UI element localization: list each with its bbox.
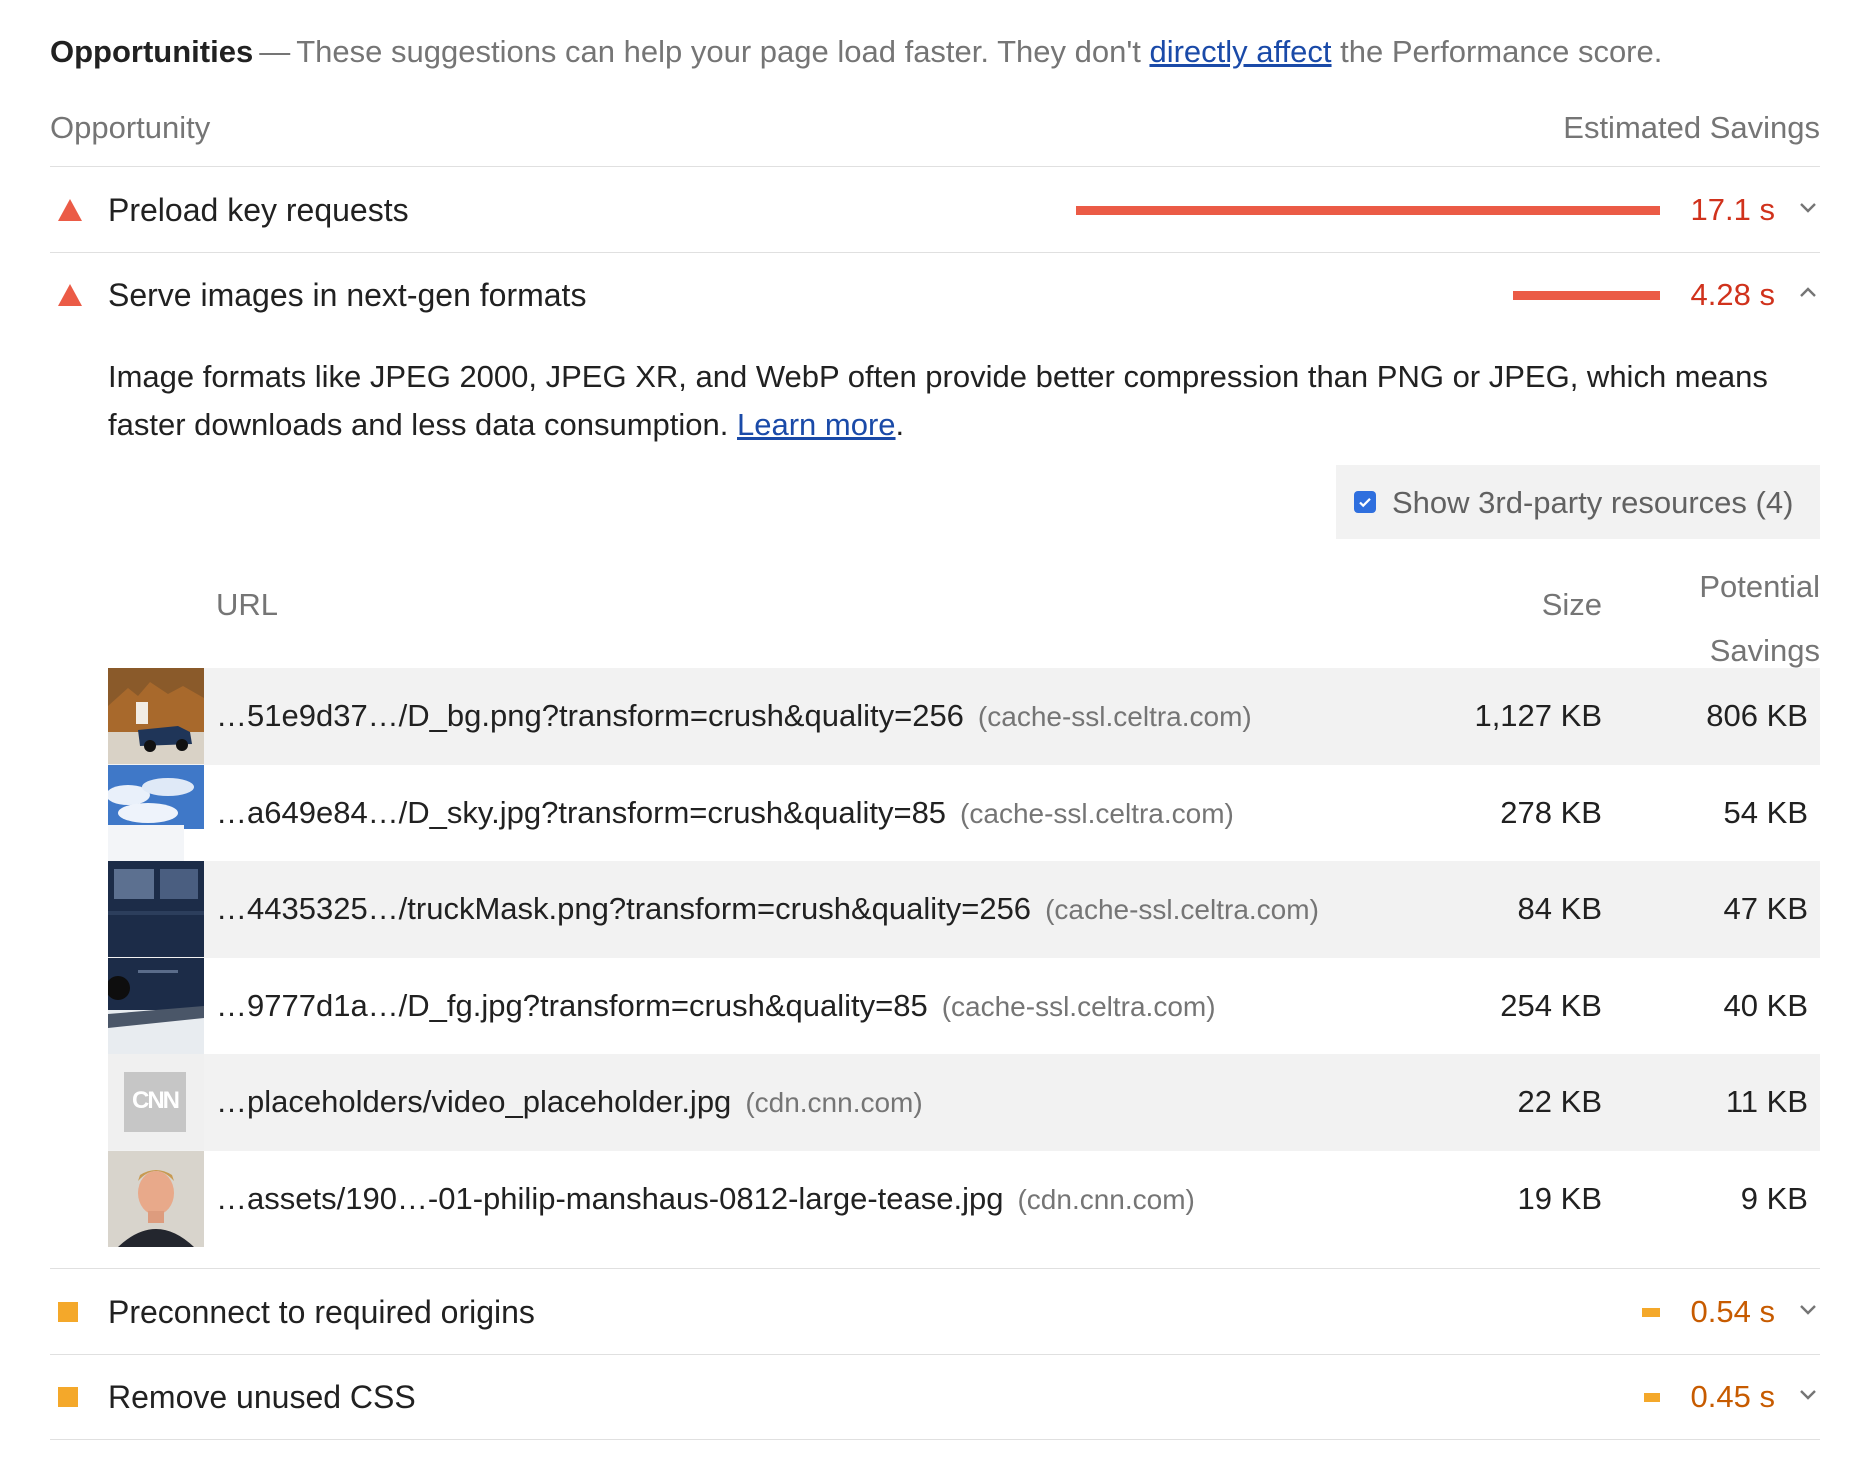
chevron-up-icon[interactable]	[1796, 280, 1820, 304]
url-text: …placeholders/video_placeholder.jpg	[216, 1084, 732, 1119]
audit-savings: 0.45 s	[1690, 1379, 1775, 1414]
url-text: …assets/190…-01-philip-manshaus-0812-lar…	[216, 1180, 1004, 1216]
resource-size: 254 KB	[1500, 987, 1602, 1023]
checkbox-checked-icon[interactable]	[1354, 491, 1376, 513]
size-column-header: Size	[1541, 587, 1602, 622]
audit-preload-key-requests[interactable]: Preload key requests 17.1 s	[50, 167, 1820, 253]
directly-affect-link[interactable]: directly affect	[1149, 34, 1331, 69]
truck-mask-thumbnail	[108, 861, 204, 957]
audit-savings: 17.1 s	[1690, 192, 1775, 227]
desc-after: the Performance score.	[1331, 34, 1663, 69]
average-square-icon	[58, 1387, 78, 1407]
audit-savings: 4.28 s	[1690, 277, 1775, 312]
desert-truck-thumbnail	[108, 668, 204, 764]
resource-url[interactable]: …a649e84…/D_sky.jpg?transform=crush&qual…	[216, 795, 1234, 831]
audit-preconnect-origins[interactable]: Preconnect to required origins 0.54 s	[50, 1269, 1820, 1355]
savings-bar	[1642, 1308, 1660, 1317]
url-domain: (cache-ssl.celtra.com)	[977, 701, 1252, 732]
description-period: .	[895, 407, 905, 442]
desc-before: These suggestions can help your page loa…	[296, 34, 1150, 69]
resource-size: 19 KB	[1517, 1180, 1602, 1216]
savings-bar	[1076, 206, 1660, 215]
cnn-logo-text: CNN	[132, 1087, 180, 1114]
url-column-header: URL	[216, 587, 279, 622]
fail-triangle-icon	[58, 284, 82, 306]
chevron-down-icon[interactable]	[1796, 1297, 1820, 1321]
savings-bar	[1513, 291, 1660, 300]
table-row: …4435325…/truckMask.png?transform=crush&…	[108, 861, 1820, 958]
table-row: …9777d1a…/D_fg.jpg?transform=crush&quali…	[108, 957, 1820, 1055]
url-text: …4435325…/truckMask.png?transform=crush&…	[216, 891, 1032, 926]
estimated-savings-column-label: Estimated Savings	[1563, 110, 1820, 145]
audit-title: Remove unused CSS	[108, 1379, 416, 1415]
audit-remove-unused-css[interactable]: Remove unused CSS 0.45 s	[50, 1354, 1820, 1440]
resource-size: 22 KB	[1517, 1084, 1602, 1119]
resource-savings: 9 KB	[1740, 1180, 1808, 1216]
audit-description: Image formats like JPEG 2000, JPEG XR, a…	[108, 353, 1768, 449]
cnn-placeholder-thumbnail: CNN	[108, 1054, 204, 1150]
potential-savings-column-header: Potential Savings	[1699, 555, 1820, 683]
sky-thumbnail	[108, 764, 204, 861]
resource-url[interactable]: …9777d1a…/D_fg.jpg?transform=crush&quali…	[216, 988, 1216, 1024]
chevron-down-icon[interactable]	[1796, 195, 1820, 219]
resource-url[interactable]: …51e9d37…/D_bg.png?transform=crush&quali…	[216, 698, 1252, 734]
truck-foreground-thumbnail	[108, 957, 204, 1054]
audit-description-text: Image formats like JPEG 2000, JPEG XR, a…	[108, 359, 1768, 442]
savings-bar	[1644, 1393, 1660, 1402]
resource-url[interactable]: …assets/190…-01-philip-manshaus-0812-lar…	[216, 1181, 1195, 1217]
details-table-body: …51e9d37…/D_bg.png?transform=crush&quali…	[108, 668, 1820, 1247]
url-text: …a649e84…/D_sky.jpg?transform=crush&qual…	[216, 794, 947, 830]
url-domain: (cdn.cnn.com)	[745, 1087, 923, 1118]
opportunity-column-label: Opportunity	[50, 110, 211, 145]
potential-line: Potential	[1699, 569, 1820, 604]
resource-savings: 806 KB	[1706, 698, 1808, 733]
table-row: …a649e84…/D_sky.jpg?transform=crush&qual…	[108, 764, 1820, 862]
url-text: …51e9d37…/D_bg.png?transform=crush&quali…	[216, 698, 964, 733]
third-party-toggle[interactable]: Show 3rd-party resources (4)	[1336, 465, 1820, 539]
table-row: …assets/190…-01-philip-manshaus-0812-lar…	[108, 1150, 1820, 1248]
resource-size: 84 KB	[1517, 891, 1602, 926]
chevron-down-icon[interactable]	[1796, 1382, 1820, 1406]
resource-url[interactable]: …4435325…/truckMask.png?transform=crush&…	[216, 891, 1319, 927]
audit-title: Serve images in next-gen formats	[108, 277, 587, 313]
section-title: Opportunities	[50, 34, 254, 69]
url-domain: (cache-ssl.celtra.com)	[960, 797, 1234, 829]
url-domain: (cache-ssl.celtra.com)	[1045, 894, 1319, 925]
audit-title: Preload key requests	[108, 192, 409, 228]
portrait-thumbnail	[108, 1150, 204, 1247]
fail-triangle-icon	[58, 199, 82, 221]
resource-savings: 40 KB	[1723, 987, 1808, 1023]
table-row: CNN …placeholders/video_placeholder.jpg (…	[108, 1054, 1820, 1151]
resource-size: 278 KB	[1500, 794, 1602, 830]
column-header: Opportunity Estimated Savings	[50, 110, 1820, 167]
savings-line: Savings	[1709, 633, 1820, 668]
details-table-header: URL Size Potential Savings	[108, 555, 1820, 668]
url-domain: (cdn.cnn.com)	[1017, 1183, 1195, 1215]
learn-more-link[interactable]: Learn more	[737, 407, 896, 442]
audit-serve-images-next-gen[interactable]: Serve images in next-gen formats 4.28 s	[50, 252, 1820, 337]
section-description: These suggestions can help your page loa…	[296, 34, 1662, 69]
resource-url[interactable]: …placeholders/video_placeholder.jpg (cdn.…	[216, 1084, 923, 1120]
url-text: …9777d1a…/D_fg.jpg?transform=crush&quali…	[216, 987, 928, 1023]
third-party-label: Show 3rd-party resources (4)	[1392, 485, 1794, 520]
header-dash: —	[259, 34, 291, 69]
url-domain: (cache-ssl.celtra.com)	[941, 990, 1216, 1022]
average-square-icon	[58, 1302, 78, 1322]
resource-savings: 54 KB	[1723, 794, 1808, 830]
resource-savings: 11 KB	[1725, 1084, 1808, 1119]
audit-title: Preconnect to required origins	[108, 1294, 535, 1330]
resource-size: 1,127 KB	[1474, 698, 1602, 733]
audit-savings: 0.54 s	[1690, 1294, 1775, 1329]
table-row: …51e9d37…/D_bg.png?transform=crush&quali…	[108, 668, 1820, 765]
section-header: Opportunities — These suggestions can help…	[50, 34, 1662, 70]
resource-savings: 47 KB	[1723, 891, 1808, 926]
